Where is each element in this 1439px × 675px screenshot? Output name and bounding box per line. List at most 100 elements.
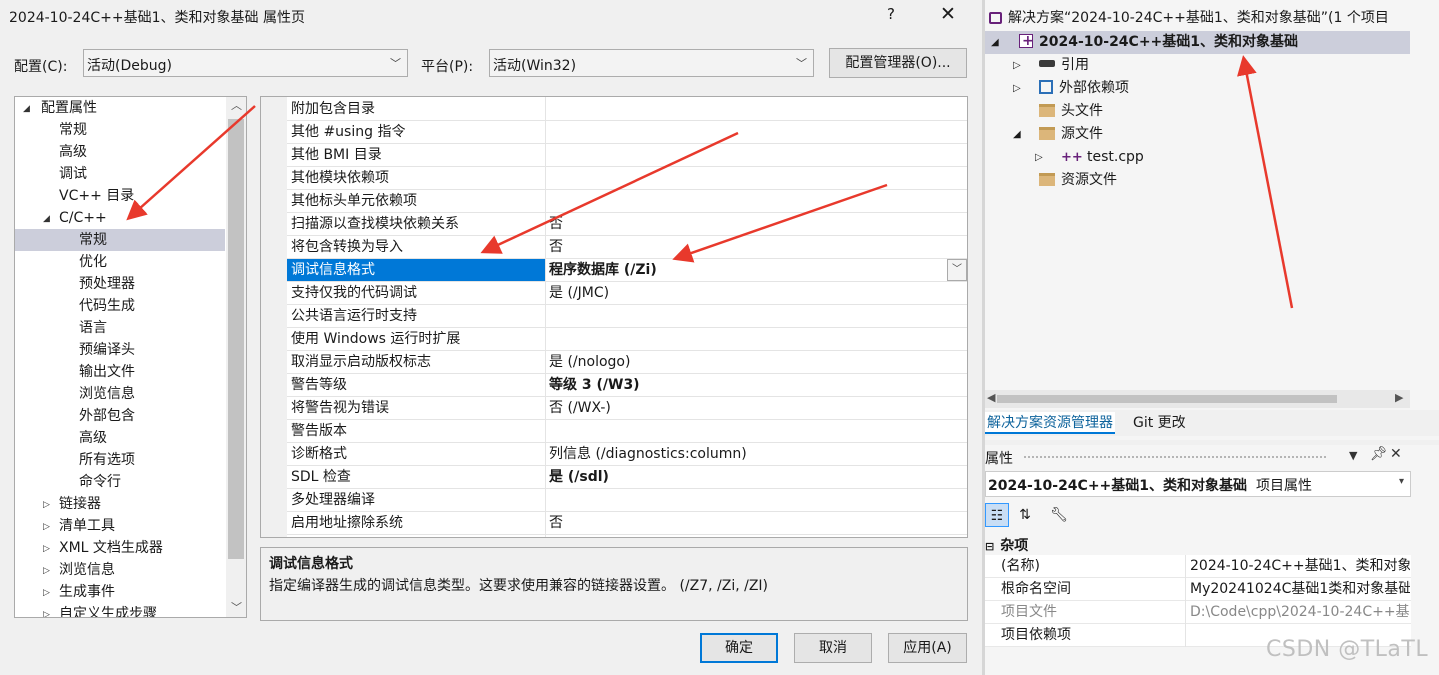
tab-git-changes[interactable]: Git 更改 (1131, 412, 1188, 434)
drag-grip[interactable] (1023, 455, 1328, 459)
property-value[interactable] (549, 305, 949, 327)
close-icon[interactable]: ✕ (940, 3, 956, 25)
dropdown-arrow-icon[interactable]: ﹀ (947, 259, 967, 281)
property-value[interactable]: 否 (549, 512, 949, 534)
expanded-arrow-icon[interactable]: ◢ (43, 208, 50, 230)
property-row[interactable]: 启用地址擦除系统 否 (287, 512, 967, 535)
column-separator[interactable] (1185, 555, 1186, 647)
property-value[interactable]: 程序数据库 (/Zi) (549, 259, 949, 281)
property-value[interactable] (549, 190, 949, 212)
property-value[interactable] (549, 121, 949, 143)
categorized-icon[interactable]: ☷ (985, 503, 1009, 527)
project-node[interactable]: ◢ 2024-10-24C++基础1、类和对象基础 (985, 30, 1410, 54)
tree-item[interactable]: 常规 (15, 229, 225, 251)
scroll-up-icon[interactable]: ︿ (231, 97, 242, 113)
tree-scrollbar[interactable]: ︿ ﹀ (226, 97, 246, 617)
sort-alphabetical-icon[interactable]: ⇅ (1013, 503, 1037, 527)
expanded-arrow-icon[interactable]: ◢ (991, 31, 999, 54)
tree-item[interactable]: ▷ 浏览信息 (15, 559, 225, 581)
property-value[interactable] (549, 98, 949, 120)
collapsed-arrow-icon[interactable]: ▷ (43, 494, 50, 516)
collapsed-arrow-icon[interactable]: ▷ (1035, 146, 1043, 169)
collapsed-arrow-icon[interactable]: ▷ (43, 516, 50, 538)
object-selector[interactable]: 2024-10-24C++基础1、类和对象基础 项目属性 ▾ (985, 471, 1411, 497)
tree-item[interactable]: 常规 (15, 119, 225, 141)
collapsed-arrow-icon[interactable]: ▷ (1013, 54, 1021, 77)
property-row[interactable]: 将包含转换为导入 否 (287, 236, 967, 259)
property-value[interactable] (549, 144, 949, 166)
tree-item[interactable]: ▷ 生成事件 (15, 581, 225, 603)
tree-item[interactable]: ▷ XML 文档生成器 (15, 537, 225, 559)
scroll-left-icon[interactable]: ◀ (987, 391, 995, 404)
property-row[interactable]: 支持仅我的代码调试 是 (/JMC) (287, 282, 967, 305)
expanded-arrow-icon[interactable]: ◢ (1013, 123, 1021, 146)
solution-hscrollbar[interactable]: ◀ ▶ (985, 390, 1410, 408)
property-value[interactable]: 列信息 (/diagnostics:column) (549, 443, 949, 465)
tree-item[interactable]: 输出文件 (15, 361, 225, 383)
tree-item[interactable]: 调试 (15, 163, 225, 185)
property-row[interactable]: 取消显示启动版权标志 是 (/nologo) (287, 351, 967, 374)
property-value[interactable] (549, 420, 949, 442)
property-row[interactable]: 将警告视为错误 否 (/WX-) (287, 397, 967, 420)
collapsed-arrow-icon[interactable]: ▷ (43, 560, 50, 582)
property-value[interactable]: 否 (549, 213, 949, 235)
scroll-thumb[interactable] (997, 395, 1337, 403)
cancel-button[interactable]: 取消 (794, 633, 872, 663)
dropdown-icon[interactable]: ▼ (1349, 449, 1357, 462)
property-value[interactable] (549, 328, 949, 350)
tree-item[interactable]: ◢ C/C++ (15, 207, 225, 229)
property-value[interactable]: 2024-10-24C++基础1、类和对象基础 (1190, 555, 1410, 578)
property-row[interactable]: SDL 检查 是 (/sdl) (287, 466, 967, 489)
wrench-icon[interactable]: 🔧︎ (1047, 503, 1071, 527)
properties-pane-row[interactable]: 项目文件 D:\Code\cpp\2024-10-24C++基础1、类和对象基础 (985, 601, 1411, 624)
tree-item[interactable]: 所有选项 (15, 449, 225, 471)
property-value[interactable]: 是 (/JMC) (549, 282, 949, 304)
property-row[interactable]: 调试信息格式 程序数据库 (/Zi) (287, 259, 967, 282)
property-value[interactable]: 等级 3 (/W3) (549, 374, 949, 396)
tree-item[interactable]: ◢ 配置属性 (15, 97, 225, 119)
property-row[interactable]: 警告等级 等级 3 (/W3) (287, 374, 967, 397)
property-value[interactable] (549, 489, 949, 511)
collapsed-arrow-icon[interactable]: ▷ (43, 582, 50, 604)
category-misc[interactable]: ⊟ 杂项 (985, 535, 1028, 555)
property-value[interactable]: My20241024C基础1类和对象基础 (1190, 578, 1410, 601)
property-row[interactable]: 其他标头单元依赖项 (287, 190, 967, 213)
property-value[interactable]: 否 (/WX-) (549, 397, 949, 419)
config-select[interactable]: 活动(Debug) ﹀ (83, 49, 408, 77)
property-row[interactable]: 使用 Windows 运行时扩展 (287, 328, 967, 351)
property-row[interactable]: 多处理器编译 (287, 489, 967, 512)
property-row[interactable]: 附加包含目录 (287, 98, 967, 121)
property-row[interactable]: 其他 #using 指令 (287, 121, 967, 144)
tree-item[interactable]: 外部包含 (15, 405, 225, 427)
property-row[interactable]: 警告版本 (287, 420, 967, 443)
tree-item[interactable]: 浏览信息 (15, 383, 225, 405)
collapsed-arrow-icon[interactable]: ▷ (1013, 77, 1021, 100)
apply-button[interactable]: 应用(A) (888, 633, 967, 663)
tree-item[interactable]: 高级 (15, 427, 225, 449)
tree-item[interactable]: 代码生成 (15, 295, 225, 317)
property-row[interactable]: 公共语言运行时支持 (287, 305, 967, 328)
property-value[interactable] (549, 167, 949, 189)
tree-item[interactable]: ▷ 链接器 (15, 493, 225, 515)
tree-item[interactable]: 命令行 (15, 471, 225, 493)
tree-item[interactable]: VC++ 目录 (15, 185, 225, 207)
scroll-down-icon[interactable]: ﹀ (231, 599, 242, 615)
configuration-manager-button[interactable]: 配置管理器(O)... (829, 48, 967, 78)
tree-item[interactable]: 高级 (15, 141, 225, 163)
property-row[interactable]: 其他模块依赖项 (287, 167, 967, 190)
ok-button[interactable]: 确定 (700, 633, 778, 663)
tree-item[interactable]: 预处理器 (15, 273, 225, 295)
collapsed-arrow-icon[interactable]: ▷ (43, 604, 50, 617)
tree-item[interactable]: ▷ 清单工具 (15, 515, 225, 537)
collapsed-arrow-icon[interactable]: ▷ (43, 538, 50, 560)
tree-item[interactable]: 语言 (15, 317, 225, 339)
scroll-thumb[interactable] (228, 119, 244, 559)
help-button[interactable]: ? (887, 5, 895, 23)
close-icon[interactable]: ✕ (1390, 446, 1402, 462)
property-value[interactable]: 是 (/sdl) (549, 466, 949, 488)
platform-select[interactable]: 活动(Win32) ﹀ (489, 49, 814, 77)
property-value[interactable]: 否 (549, 236, 949, 258)
property-value[interactable]: D:\Code\cpp\2024-10-24C++基础1、类和对象基础 (1190, 601, 1410, 624)
expanded-arrow-icon[interactable]: ◢ (23, 98, 30, 120)
property-row[interactable]: 其他 BMI 目录 (287, 144, 967, 167)
